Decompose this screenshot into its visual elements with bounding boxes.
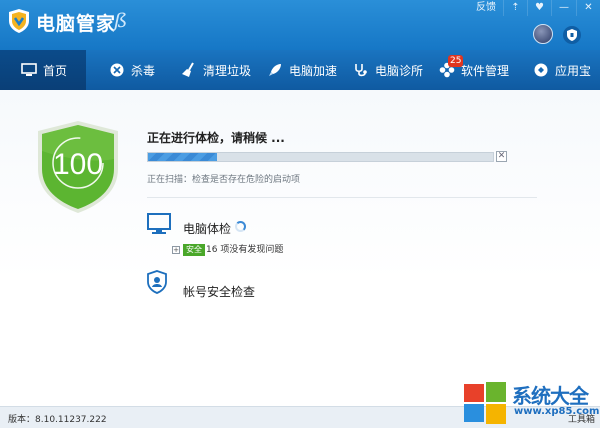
upgrade-button[interactable]: ⇡ xyxy=(503,0,527,16)
protection-shield-icon[interactable] xyxy=(563,26,581,44)
cancel-scan-button[interactable]: ✕ xyxy=(496,151,507,162)
tab-label: 应用宝 xyxy=(555,63,592,78)
pc-check-title: 电脑体检 xyxy=(183,222,232,236)
scan-status-text: 正在进行体检，请稍候 ... xyxy=(147,131,285,145)
scan-progress-fill xyxy=(148,153,217,161)
tab-app-store[interactable]: 应用宝 xyxy=(514,50,600,90)
tab-speedup[interactable]: 电脑加速 xyxy=(252,50,338,90)
tab-label: 首页 xyxy=(43,63,68,78)
account-security-title: 帐号安全检查 xyxy=(183,285,256,299)
tab-home[interactable]: 首页 xyxy=(0,50,86,90)
update-count-badge: 25 xyxy=(448,55,464,67)
tab-label: 电脑诊所 xyxy=(375,63,424,78)
watermark: 系统大全 www.xp85.com xyxy=(462,380,600,428)
safe-status-badge: 安全 xyxy=(183,244,205,256)
stethoscope-icon xyxy=(352,61,370,79)
rocket-icon xyxy=(266,61,284,79)
avatar[interactable] xyxy=(533,24,553,44)
skin-button[interactable]: ♥ xyxy=(527,0,551,16)
health-score: 100 xyxy=(53,148,103,181)
tab-software[interactable]: 软件管理 25 xyxy=(424,50,514,90)
app-window: 电脑管家 ß 反馈 ⇡ ♥ — ✕ 首页 杀毒 清理垃圾 电脑加速 电脑诊所 软… xyxy=(0,0,600,428)
close-button[interactable]: ✕ xyxy=(576,0,600,16)
broom-icon xyxy=(180,61,198,79)
virus-icon xyxy=(108,61,126,79)
feedback-button[interactable]: 反馈 xyxy=(469,0,503,16)
windows-logo-icon xyxy=(464,382,506,424)
logo-icon xyxy=(9,9,29,33)
scan-progress-bar xyxy=(147,152,494,162)
window-controls: 反馈 ⇡ ♥ — ✕ xyxy=(469,0,600,16)
version-text: 版本：8.10.11237.222 xyxy=(8,415,107,425)
checkup-panel: 100 正在进行体检，请稍候 ... ✕ 正在扫描：检查是否存在危险的启动项 电… xyxy=(0,90,600,406)
watermark-url: www.xp85.com xyxy=(514,406,600,417)
pc-check-icon xyxy=(147,213,171,234)
watermark-brand: 系统大全 xyxy=(512,384,589,408)
main-nav-tabs: 首页 杀毒 清理垃圾 电脑加速 电脑诊所 软件管理 25 应用宝 xyxy=(0,50,600,90)
tab-label: 杀毒 xyxy=(131,63,156,78)
tab-label: 清理垃圾 xyxy=(203,63,252,78)
monitor-icon xyxy=(20,61,38,79)
title-decoration: ß xyxy=(114,8,128,32)
tab-label: 软件管理 xyxy=(461,63,510,78)
loading-spinner-icon xyxy=(235,221,246,232)
no-issues-text: 16 项没有发现问题 xyxy=(206,245,284,255)
account-shield-icon xyxy=(147,270,167,294)
score-shield-icon: 100 xyxy=(38,121,118,213)
store-icon xyxy=(532,61,550,79)
app-title: 电脑管家 xyxy=(36,13,117,35)
tab-clinic[interactable]: 电脑诊所 xyxy=(338,50,424,90)
minimize-button[interactable]: — xyxy=(551,0,576,16)
tab-cleanup[interactable]: 清理垃圾 xyxy=(166,50,252,90)
expand-icon[interactable]: + xyxy=(172,246,180,254)
current-scan-item: 正在扫描：检查是否存在危险的启动项 xyxy=(147,175,301,185)
divider xyxy=(147,197,537,198)
tab-antivirus[interactable]: 杀毒 xyxy=(86,50,166,90)
tab-label: 电脑加速 xyxy=(289,63,338,78)
title-bar: 电脑管家 ß 反馈 ⇡ ♥ — ✕ xyxy=(0,0,600,50)
